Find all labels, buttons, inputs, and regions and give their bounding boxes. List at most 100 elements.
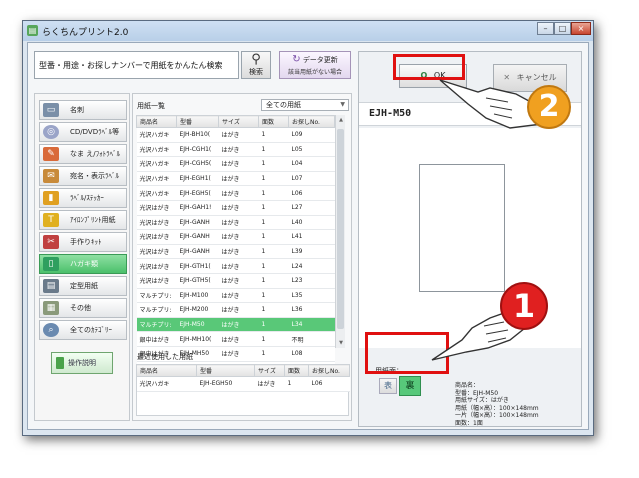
table-cell: EJH-MH10( (176, 331, 219, 347)
table-cell: はがき (218, 215, 259, 231)
table-row[interactable]: マルチプリ: EJH-M100 はがき 1 L35 (136, 288, 335, 304)
sidebar-item-label: 名刺 (70, 106, 84, 114)
column-header[interactable]: お探しNo. (288, 115, 335, 128)
table-cell: 1 (258, 302, 289, 318)
sidebar-item-label: ﾗﾍﾞﾙ/ｽﾃｯｶｰ (70, 194, 104, 202)
table-header-row: 商品名 型番 サイズ 面数 お探しNo. (136, 364, 350, 377)
table-cell: 1 (258, 346, 289, 362)
scroll-up-icon[interactable]: ▲ (336, 115, 346, 125)
table-row[interactable]: 光沢はがき EJH-GAH1! はがき 1 L27 (136, 200, 335, 216)
column-header[interactable]: 商品名 (136, 115, 177, 128)
scroll-down-icon[interactable]: ▼ (336, 338, 346, 348)
table-row[interactable]: 光沢はがき EJH-GTH5(はがき 1 L23 (136, 273, 335, 289)
list-scrollbar[interactable]: ▲ ▼ (335, 115, 345, 348)
table-cell: マルチプリ: (136, 302, 177, 318)
update-sub-label: 該当用紙がない場合 (287, 69, 342, 76)
table-row[interactable]: 光沢はがき EJH-GANH はがき 1 L40 (136, 215, 335, 231)
table-cell: はがき (218, 317, 259, 333)
search-button[interactable]: ⚲ 検索 (241, 51, 271, 79)
recent-heading: 最近使用した用紙 (137, 353, 193, 361)
table-cell: はがき (218, 127, 259, 143)
table-cell: 1 (258, 200, 289, 216)
table-row[interactable]: 光沢はがき EJH-GTH1(はがき 1 L24 (136, 258, 335, 274)
sidebar-item-meishi[interactable]: ▭ 名刺 (39, 100, 127, 120)
table-cell: L23 (288, 273, 335, 289)
column-header[interactable]: 型番 (196, 364, 255, 377)
column-header[interactable]: お探しNo. (308, 364, 350, 377)
table-row[interactable]: 光沢ハガキ EJH-EGH1(はがき 1 L07 (136, 171, 335, 187)
table-cell: L07 (288, 171, 335, 187)
data-update-button[interactable]: ↻ データ更新 該当用紙がない場合 (279, 51, 351, 79)
sidebar-item-address-label[interactable]: ✉ 宛名・表示ﾗﾍﾞﾙ (39, 166, 127, 186)
title-bar: ▤ らくちんプリント2.0 – □ × (23, 21, 593, 41)
maximize-button[interactable]: □ (554, 22, 571, 35)
table-cell: EJH-GANH (176, 215, 219, 231)
table-cell: L40 (288, 215, 335, 231)
sidebar-item-name-photo[interactable]: ✎ なま え/ﾌｫﾄﾗﾍﾞﾙ (39, 144, 127, 164)
column-header[interactable]: サイズ (218, 115, 259, 128)
table-cell: 1 (258, 244, 289, 260)
sidebar-item-all-categories[interactable]: ⌕ 全てのｶﾃｺﾞﾘｰ (39, 320, 127, 340)
table-cell: L09 (288, 127, 335, 143)
table-cell: 光沢はがき (136, 229, 177, 245)
column-header[interactable]: サイズ (254, 364, 285, 377)
table-cell: はがき (218, 142, 259, 158)
table-cell: EJH-GANH (176, 244, 219, 260)
table-cell: はがき (218, 171, 259, 187)
sidebar-item-postcard[interactable]: ▯ ハガキ類 (39, 254, 127, 274)
table-row[interactable]: 光沢ハガキ EJH-EGH50 はがき 1 L06 (136, 376, 350, 392)
disc-icon: ◎ (43, 125, 59, 139)
table-cell: EJH-CGH1( (176, 142, 219, 158)
sidebar-item-cd-dvd[interactable]: ◎ CD/DVDﾗﾍﾞﾙ等 (39, 122, 127, 142)
close-button[interactable]: × (571, 22, 591, 35)
table-cell: 1 (258, 273, 289, 289)
front-side-button[interactable]: 表 (379, 378, 397, 394)
paper-info: 商品名： 型番：EJH-M50 用紙サイズ：はがき 用紙（幅×高）：100×14… (455, 382, 539, 428)
table-cell: はがき (218, 288, 259, 304)
table-cell: EJH-EGH1( (176, 171, 219, 187)
table-cell: EJH-EGH5( (176, 185, 219, 201)
table-cell: EJH-GTH1( (176, 258, 219, 274)
card-icon: ▭ (43, 103, 59, 117)
table-cell: はがき (218, 258, 259, 274)
search-input[interactable]: 型番・用途・お探しナンバーで用紙をかんたん検索 (34, 51, 239, 79)
table-cell: はがき (218, 302, 259, 318)
table-row[interactable]: 光沢ハガキ EJH-BH10(はがき 1 L09 (136, 127, 335, 143)
table-row[interactable]: 光沢ハガキ EJH-EGH5(はがき 1 L06 (136, 185, 335, 201)
column-header[interactable]: 面数 (284, 364, 309, 377)
howto-button[interactable]: 操作説明 (51, 352, 113, 374)
column-header[interactable]: 型番 (176, 115, 219, 128)
table-row[interactable]: マルチプリ: EJH-M200 はがき 1 L36 (136, 302, 335, 318)
column-header[interactable]: 商品名 (136, 364, 197, 377)
minimize-button[interactable]: – (537, 22, 554, 35)
paper-list-heading: 用紙一覧 (137, 102, 165, 110)
paper-filter-select[interactable]: 全ての用紙 ▼ (261, 99, 349, 111)
scroll-thumb[interactable] (337, 129, 344, 329)
table-row[interactable]: マルチプリ: EJH-M50 はがき 1 L34 (136, 317, 335, 333)
table-cell: はがき (218, 185, 259, 201)
sidebar-item-craft-kit[interactable]: ✂ 手作りｷｯﾄ (39, 232, 127, 252)
table-cell: L39 (288, 244, 335, 260)
sidebar-item-iron-print[interactable]: T ｱｲﾛﾝﾌﾟﾘﾝﾄ用紙 (39, 210, 127, 230)
table-row[interactable]: 光沢はがき EJH-GANH はがき 1 L41 (136, 229, 335, 245)
table-row[interactable]: 銀中はがき EJH-MH10(はがき 1 不明 (136, 331, 335, 347)
table-cell: 光沢はがき (136, 215, 177, 231)
window-title: らくちんプリント2.0 (42, 28, 129, 38)
table-cell: マルチプリ: (136, 288, 177, 304)
table-cell: 光沢ハガキ (136, 185, 177, 201)
recent-table: 商品名 型番 サイズ 面数 お探しNo. 光沢ハガキ EJH-EGH50 はがき 1 L… (136, 364, 350, 392)
table-row[interactable]: 光沢ハガキ EJH-CGH5(はがき 1 L04 (136, 156, 335, 172)
table-cell: 1 (258, 156, 289, 172)
table-row[interactable]: 光沢ハガキ EJH-CGH1(はがき 1 L05 (136, 142, 335, 158)
sidebar-item-standard-paper[interactable]: ▤ 定型用紙 (39, 276, 127, 296)
table-cell: 光沢はがき (136, 273, 177, 289)
column-header[interactable]: 面数 (258, 115, 289, 128)
table-row[interactable]: 光沢はがき EJH-GANH はがき 1 L39 (136, 244, 335, 260)
back-side-button[interactable]: 裏 (399, 376, 421, 396)
photo-label-icon: ✎ (43, 147, 59, 161)
table-cell: EJH-BH10( (176, 127, 219, 143)
category-sidebar: ▭ 名刺 ◎ CD/DVDﾗﾍﾞﾙ等 ✎ なま え/ﾌｫﾄﾗﾍﾞﾙ ✉ 宛名・表… (34, 93, 130, 421)
sidebar-item-other[interactable]: ▦ その他 (39, 298, 127, 318)
sidebar-item-label-sticker[interactable]: ▮ ﾗﾍﾞﾙ/ｽﾃｯｶｰ (39, 188, 127, 208)
craft-icon: ✂ (43, 235, 59, 249)
